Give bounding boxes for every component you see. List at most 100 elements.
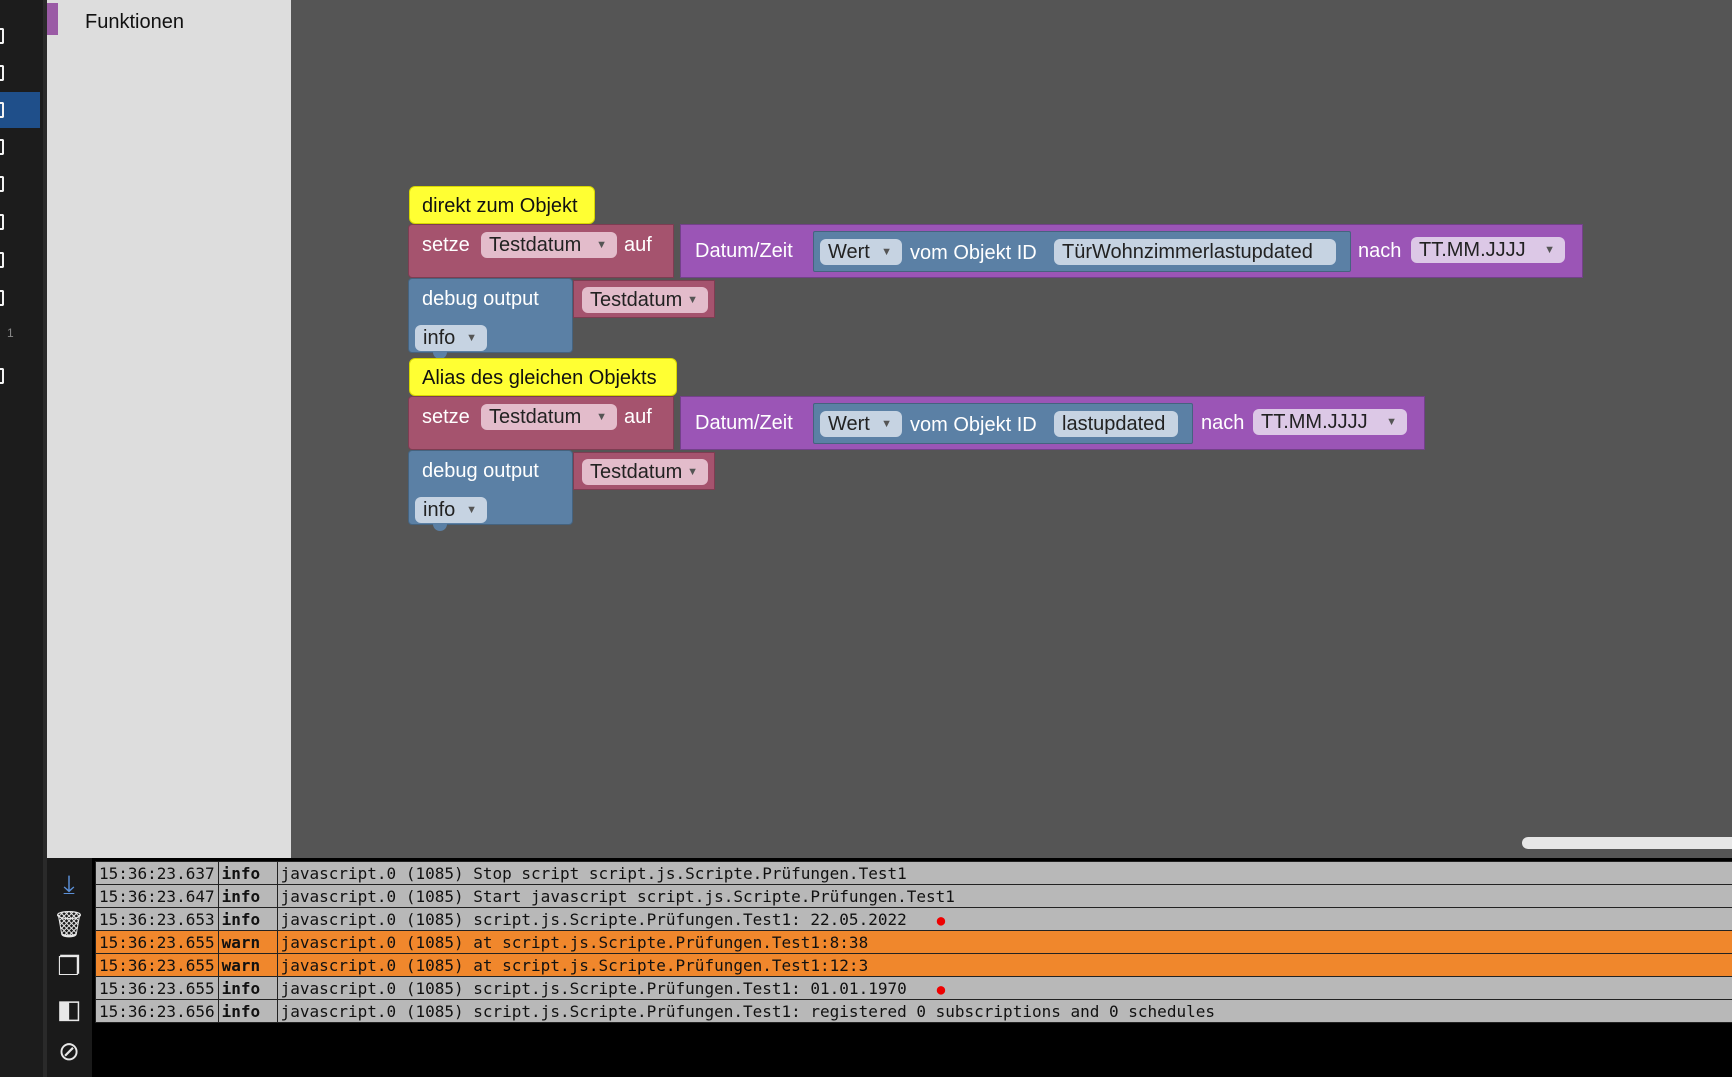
log-time: 15:36:23.655 [95, 976, 219, 1000]
nav-item[interactable] [0, 18, 40, 54]
horizontal-scrollbar[interactable] [1522, 837, 1732, 849]
block-connector [433, 523, 447, 531]
nav-item-active[interactable] [0, 92, 40, 128]
object-id-value: TürWohnzimmerlastupdated [1062, 241, 1313, 263]
log-table: 15:36:23.637 info javascript.0 (1085) Stop… [95, 861, 1732, 1023]
log-level-dropdown[interactable]: info ▼ [415, 497, 487, 523]
object-value-block[interactable]: Wert ▼ vom Objekt ID TürWohnzimmerlastupd… [813, 231, 1351, 272]
nav-item[interactable] [0, 204, 40, 240]
debug-output-block[interactable]: debug output info ▼ [408, 450, 573, 531]
category-color-bar [47, 3, 58, 35]
to-label: auf [624, 406, 652, 428]
log-toolbar: ⤓ 🗑 ❐ ◧ ⊘ [47, 858, 92, 1077]
log-severity: info [217, 861, 278, 885]
object-id-field[interactable]: TürWohnzimmerlastupdated [1054, 239, 1336, 265]
log-level-dropdown[interactable]: info ▼ [415, 325, 487, 351]
dropdown-arrow-icon: ▼ [881, 246, 892, 258]
log-time: 15:36:23.647 [95, 884, 219, 908]
log-row: 15:36:23.653 info javascript.0 (1085) scri… [95, 907, 1732, 931]
format-value: TT.MM.JJJJ [1261, 411, 1368, 433]
datetime-format-block[interactable]: Datum/Zeit Wert ▼ vom Objekt ID lastupdat… [680, 396, 1425, 450]
variable-dropdown[interactable]: Testdatum ▼ [582, 287, 708, 313]
variable-get-block[interactable]: Testdatum ▼ [573, 280, 715, 318]
nav-item[interactable] [0, 55, 40, 91]
object-value-block[interactable]: Wert ▼ vom Objekt ID lastupdated [813, 403, 1193, 444]
log-severity: info [217, 907, 278, 931]
comment-block[interactable]: direkt zum Objekt [409, 186, 595, 224]
log-message-cell: javascript.0 (1085) at script.js.Scripte… [276, 930, 1732, 954]
set-variable-block[interactable]: setze Testdatum ▼ auf [408, 396, 674, 450]
nav-item[interactable] [0, 129, 40, 165]
variable-name: Testdatum [590, 461, 683, 483]
nav-icon [0, 214, 4, 230]
comment-block[interactable]: Alias des gleichen Objekts [409, 358, 677, 396]
log-message: javascript.0 (1085) Stop script script.j… [280, 863, 907, 883]
variable-get-block[interactable]: Testdatum ▼ [573, 452, 715, 490]
format-label: nach [1358, 240, 1402, 262]
log-row: 15:36:23.647 info javascript.0 (1085) Star… [95, 884, 1732, 908]
nav-icon [0, 65, 4, 81]
blockly-workspace[interactable]: direkt zum Objekt setze Testdatum ▼ auf D… [291, 0, 1732, 858]
left-icon-strip: 1 [0, 0, 43, 1077]
log-message: javascript.0 (1085) script.js.Scripte.Pr… [280, 1001, 1215, 1021]
set-variable-block[interactable]: setze Testdatum ▼ auf [408, 224, 674, 278]
datetime-format-block[interactable]: Datum/Zeit Wert ▼ vom Objekt ID TürWohnzi… [680, 224, 1583, 278]
datetime-label: Datum/Zeit [695, 412, 793, 434]
object-id-label: vom Objekt ID [910, 242, 1037, 264]
log-message: javascript.0 (1085) at script.js.Scripte… [280, 955, 869, 975]
log-severity: warn [217, 953, 278, 977]
toolbox-category-funktionen[interactable]: Funktionen [47, 0, 291, 44]
dropdown-arrow-icon: ▼ [596, 239, 607, 251]
log-message-cell: javascript.0 (1085) Start javascript scr… [276, 884, 1732, 908]
nav-item[interactable] [0, 242, 40, 278]
object-id-field[interactable]: lastupdated [1054, 411, 1178, 437]
object-id-label: vom Objekt ID [910, 414, 1037, 436]
log-message-cell: javascript.0 (1085) script.js.Scripte.Pr… [276, 976, 1732, 1000]
copy-icon[interactable]: ❐ [52, 949, 86, 983]
log-row: 15:36:23.655 info javascript.0 (1085) scri… [95, 976, 1732, 1000]
object-id-value: lastupdated [1062, 413, 1166, 435]
log-row: 15:36:23.637 info javascript.0 (1085) Stop… [95, 861, 1732, 885]
variable-name: Testdatum [489, 234, 582, 256]
log-severity: info [217, 976, 278, 1000]
log-level-value: info [423, 327, 456, 349]
log-row: 15:36:23.655 warn javascript.0 (1085) at s… [95, 953, 1732, 977]
format-dropdown[interactable]: TT.MM.JJJJ ▼ [1253, 409, 1407, 435]
log-message: javascript.0 (1085) at script.js.Scripte… [280, 932, 869, 952]
variable-dropdown[interactable]: Testdatum ▼ [481, 404, 617, 430]
comment-text: direkt zum Objekt [422, 195, 578, 217]
log-severity: warn [217, 930, 278, 954]
value-dropdown[interactable]: Wert ▼ [820, 239, 902, 265]
set-label: setze [422, 406, 470, 428]
variable-dropdown[interactable]: Testdatum ▼ [582, 459, 708, 485]
hide-icon[interactable]: ⊘ [52, 1034, 86, 1068]
log-message: javascript.0 (1085) script.js.Scripte.Pr… [280, 909, 907, 929]
trash-icon[interactable]: 🗑 [52, 907, 86, 941]
nav-icon [0, 28, 4, 44]
log-level-value: info [423, 499, 456, 521]
debug-output-block[interactable]: debug output info ▼ [408, 278, 573, 359]
log-row: 15:36:23.656 info javascript.0 (1085) scri… [95, 999, 1732, 1023]
columns-icon[interactable]: ◧ [52, 992, 86, 1026]
log-time: 15:36:23.656 [95, 999, 219, 1023]
datetime-label: Datum/Zeit [695, 240, 793, 262]
dropdown-arrow-icon: ▼ [687, 466, 698, 478]
log-time: 15:36:23.655 [95, 953, 219, 977]
nav-icon [0, 252, 4, 268]
log-message: javascript.0 (1085) Start javascript scr… [280, 886, 955, 906]
format-value: TT.MM.JJJJ [1419, 239, 1526, 261]
log-time: 15:36:23.637 [95, 861, 219, 885]
dropdown-arrow-icon: ▼ [881, 418, 892, 430]
nav-item[interactable] [0, 166, 40, 202]
nav-icon [0, 290, 4, 306]
scroll-down-icon[interactable]: ⤓ [52, 867, 86, 901]
value-dropdown[interactable]: Wert ▼ [820, 411, 902, 437]
nav-item[interactable] [0, 280, 40, 316]
variable-dropdown[interactable]: Testdatum ▼ [481, 232, 617, 258]
debug-label: debug output [422, 460, 539, 482]
format-dropdown[interactable]: TT.MM.JJJJ ▼ [1411, 237, 1565, 263]
set-label: setze [422, 234, 470, 256]
nav-item[interactable] [0, 358, 40, 394]
format-label: nach [1201, 412, 1245, 434]
to-label: auf [624, 234, 652, 256]
